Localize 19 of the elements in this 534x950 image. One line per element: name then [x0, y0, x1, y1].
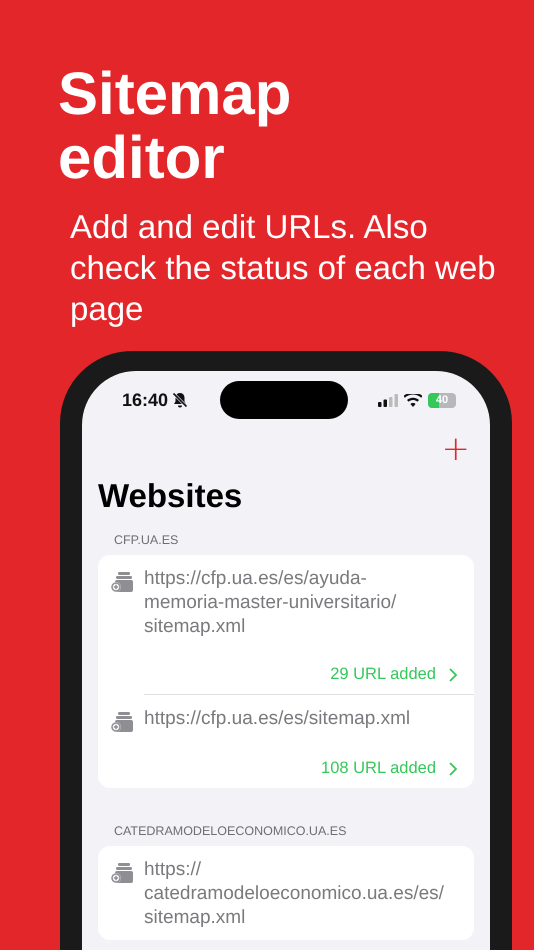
add-button[interactable]: +	[438, 429, 474, 469]
headline: Sitemap editor	[58, 62, 292, 190]
section-header: CATEDRAMODELOECONOMICO.UA.ES	[113, 824, 348, 838]
sitemap-url: https://catedramodeloeconomico.ua.es/es/sitemap.xml	[144, 858, 444, 930]
chevron-icon	[448, 760, 458, 776]
url-count-link[interactable]: 29 URL added	[330, 665, 458, 684]
stack-add-icon	[110, 862, 134, 884]
stack-add-icon	[110, 571, 134, 593]
page-title: Websites	[98, 477, 244, 515]
subtitle: Add and edit URLs. Also check the status of each web page	[70, 207, 497, 329]
chevron-icon	[448, 666, 458, 682]
wifi-icon	[404, 394, 422, 406]
url-count-link[interactable]: 108 URL added	[321, 759, 458, 778]
section-header: CFP.UA.ES	[113, 533, 180, 547]
sitemap-url: https://cfp.ua.es/es/ayuda-memoria-master-universitario/sitemap.xml	[144, 567, 398, 639]
sitemap-url: https://cfp.ua.es/es/sitemap.xml	[144, 707, 412, 731]
signal-icon	[378, 394, 398, 406]
stack-add-icon	[110, 711, 134, 733]
status-time: 16:40	[122, 390, 168, 410]
